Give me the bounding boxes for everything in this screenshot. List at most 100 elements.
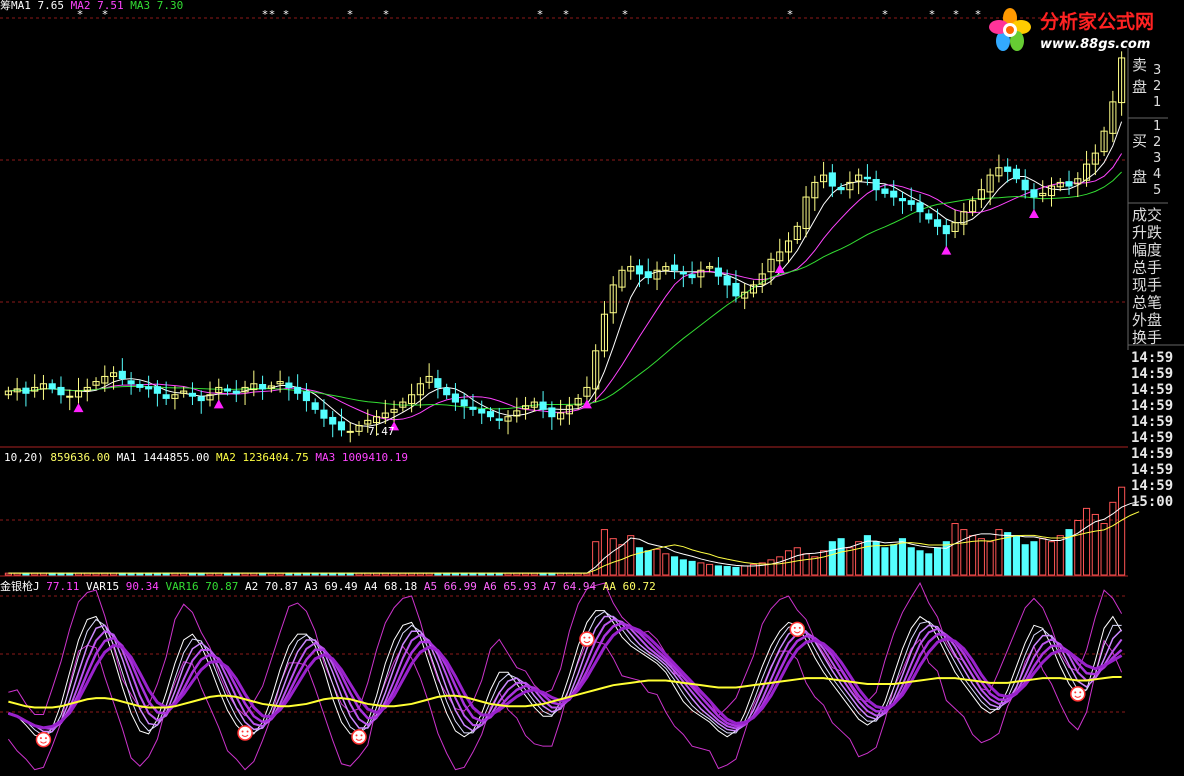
candle [355, 421, 363, 436]
volume-bar [925, 553, 933, 576]
volume-bar [776, 556, 784, 576]
buy-label: 买 [1132, 132, 1147, 150]
candle [74, 377, 83, 404]
volume-bar [916, 550, 924, 576]
legend-item: MA3 [124, 0, 151, 12]
volume-bar [679, 559, 687, 576]
candle-body [679, 271, 687, 275]
candle [644, 258, 652, 285]
volume-bar [890, 544, 898, 576]
smiley-face [1070, 686, 1086, 702]
legend-item: MA2 [64, 0, 91, 12]
candle-body [925, 213, 933, 220]
volume-bar [1118, 486, 1126, 576]
volume-bar [600, 529, 609, 576]
candle [39, 374, 48, 400]
buy-signal-marker [213, 399, 224, 409]
legend-item: 筹MA1 [0, 0, 31, 12]
legend-item: 7.51 [91, 0, 124, 12]
a4-line [8, 615, 1123, 733]
candle-body [337, 421, 346, 431]
legend-item: 859636.00 [44, 451, 110, 464]
quote-field-label: 总笔 [1132, 294, 1162, 312]
candle [337, 408, 346, 437]
candle [627, 255, 635, 280]
candle-body [671, 264, 679, 271]
volume-bars[interactable] [4, 486, 1126, 576]
candle-body [539, 401, 547, 410]
buy-signal-marker [1028, 209, 1039, 219]
smiley-eye [355, 734, 358, 737]
candle-body [57, 386, 65, 396]
smiley-eye [583, 636, 586, 639]
moving-average-lines [8, 121, 1123, 427]
volume-bar [644, 550, 652, 576]
candle [486, 407, 495, 422]
candle [618, 265, 626, 292]
candle [671, 254, 679, 280]
smiley-eye [793, 626, 796, 629]
volume-bar [723, 566, 731, 576]
candle [714, 257, 722, 285]
candle [741, 283, 749, 310]
candle [907, 187, 915, 211]
smiley-face [789, 621, 806, 638]
smiley-face [35, 731, 52, 748]
legend-item: A3 [298, 580, 318, 593]
star-marker: * [787, 8, 793, 21]
candle [662, 262, 670, 275]
candle-body [548, 407, 556, 418]
candle [548, 401, 556, 430]
volume-bar [1030, 541, 1038, 576]
candle [1047, 177, 1056, 207]
candle-body [478, 408, 486, 414]
candle [995, 154, 1003, 183]
candle [942, 219, 950, 247]
candle [434, 369, 442, 399]
oscillator-smiley-markers [35, 621, 1086, 748]
smiley-marker [351, 729, 367, 745]
smiley-marker [237, 725, 253, 741]
candle [416, 377, 424, 408]
candle-body [136, 383, 144, 388]
candle [31, 374, 39, 398]
candle [469, 394, 477, 416]
candle [259, 375, 267, 400]
sell-level: 2 [1153, 79, 1161, 94]
legend-item: VAR15 [79, 580, 119, 593]
legend-item: 10,20) [4, 451, 44, 464]
candle [1100, 126, 1108, 157]
star-marker: * [347, 8, 353, 21]
candle [1109, 90, 1117, 143]
candle-body [153, 386, 161, 394]
oscillator-lines [7, 582, 1123, 771]
star-marker: * [929, 8, 935, 21]
candle-body [162, 394, 170, 399]
candle [329, 410, 337, 438]
candlestick-series[interactable] [4, 51, 1126, 443]
volume-bar [846, 547, 854, 576]
candle-body [890, 190, 898, 198]
quote-field-label: 外盘 [1132, 311, 1162, 329]
quote-field-label: 现手 [1132, 276, 1162, 294]
buy-level: 5 [1153, 183, 1161, 198]
candle-body [828, 172, 836, 187]
quote-field-label: 换手 [1132, 329, 1162, 347]
star-marker: * [283, 8, 289, 21]
ma2-line [8, 153, 1123, 421]
legend-item: 70.87 [199, 580, 239, 593]
sell-label: 盘 [1132, 78, 1147, 96]
quote-field-label: 总手 [1132, 259, 1162, 277]
candle-body [197, 396, 205, 402]
star-marker: * [563, 8, 569, 21]
volume-bar [995, 529, 1003, 576]
volume-bar [802, 553, 810, 576]
smiley-eye [798, 626, 801, 629]
trade-time: 14:59 [1131, 414, 1173, 430]
candle-body [320, 409, 328, 419]
legend-item: 1236404.75 [236, 451, 309, 464]
candle-body [723, 275, 731, 286]
candle [1065, 170, 1073, 195]
candle-body [434, 378, 442, 388]
volume-legend: 10,20) 859636.00 MA1 1444855.00 MA2 1236… [4, 451, 408, 464]
